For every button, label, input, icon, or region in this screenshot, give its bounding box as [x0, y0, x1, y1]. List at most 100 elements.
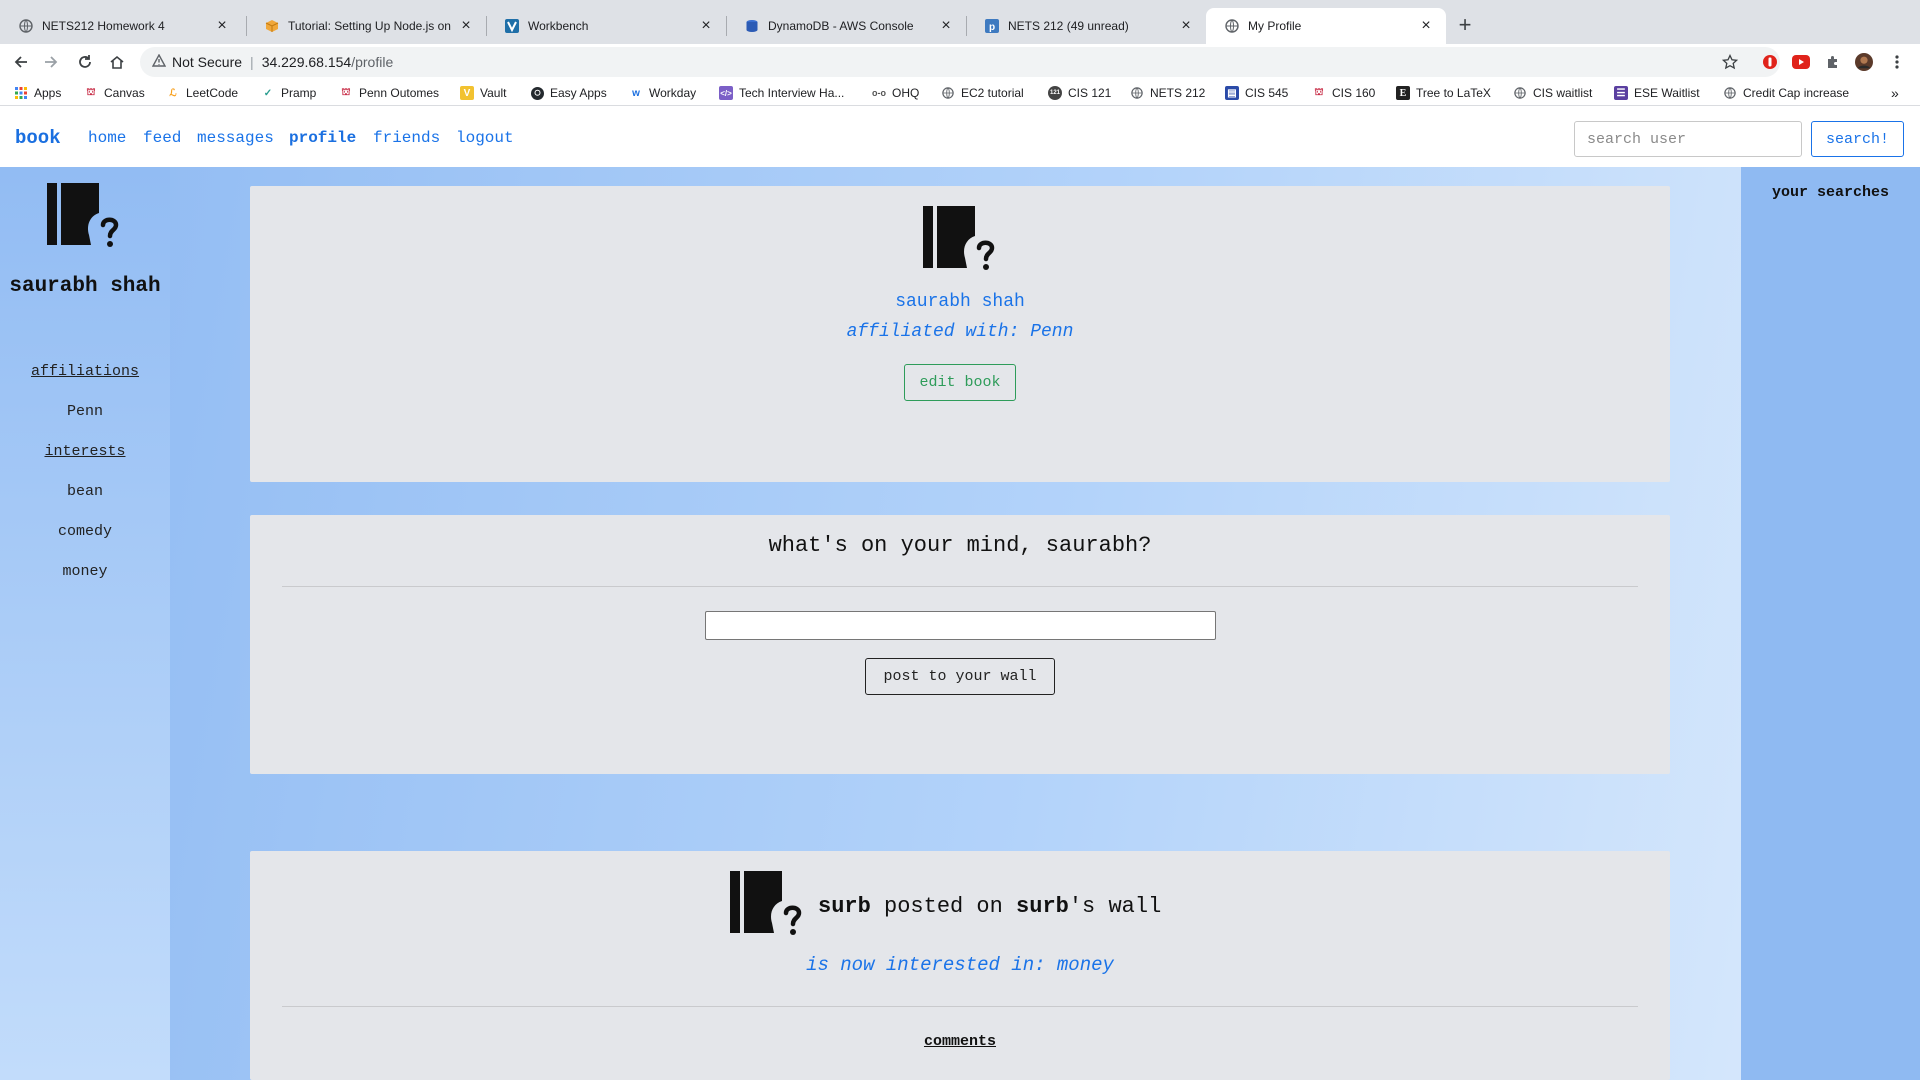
list-form-icon: ☰ [1614, 86, 1628, 100]
nav-logout[interactable]: logout [456, 129, 514, 147]
interests-link[interactable]: interests [0, 443, 170, 460]
address-bar[interactable]: Not Secure | 34.229.68.154/profile [140, 47, 1780, 77]
bookmark-credit-cap[interactable]: Credit Cap increase [1723, 84, 1849, 102]
more-bookmarks-icon[interactable]: » [1891, 84, 1899, 102]
bookmark-nets-212[interactable]: NETS 212 [1130, 84, 1205, 102]
extension-youtube-icon[interactable] [1792, 53, 1810, 71]
divider [282, 1006, 1638, 1007]
bookmark-workday[interactable]: w Workday [629, 84, 696, 102]
reload-icon[interactable] [75, 52, 95, 72]
browser-tab[interactable]: Tutorial: Setting Up Node.js on × [246, 8, 486, 44]
bookmark-tech-interview[interactable]: </> Tech Interview Ha... [719, 84, 844, 102]
bookmark-penn-outcomes[interactable]: ⛫ Penn Outomes [339, 84, 439, 102]
bookmark-cis-121[interactable]: 121 CIS 121 [1048, 84, 1111, 102]
kebab-menu-icon[interactable] [1888, 53, 1906, 71]
post-text-input[interactable] [705, 611, 1216, 640]
bookmark-vault[interactable]: V Vault [460, 84, 506, 102]
bookmark-easy-apps[interactable]: Easy Apps [530, 84, 607, 102]
bookmark-label: Canvas [104, 86, 145, 100]
back-arrow-icon[interactable] [11, 52, 31, 72]
book-question-icon [45, 181, 125, 266]
tab-title: DynamoDB - AWS Console [768, 19, 914, 33]
nav-feed[interactable]: feed [143, 129, 181, 147]
url-host: 34.229.68.154 [261, 54, 352, 70]
latex-icon: E [1396, 86, 1410, 100]
leetcode-icon: ℒ [169, 87, 177, 99]
search-button[interactable]: search! [1811, 121, 1904, 157]
ohq-icon: o-o [872, 88, 886, 98]
extension-red-shield-icon[interactable] [1761, 53, 1779, 71]
bookmark-tree-to-latex[interactable]: E Tree to LaTeX [1396, 84, 1491, 102]
nav-profile[interactable]: profile [289, 129, 356, 147]
left-sidebar: saurabh shah affiliations Penn interests… [0, 167, 170, 1080]
bookmark-label: CIS 545 [1245, 86, 1289, 100]
bookmark-cis-160[interactable]: ⛫ CIS 160 [1312, 84, 1375, 102]
bookmark-label: Easy Apps [550, 86, 607, 100]
close-icon[interactable]: × [698, 18, 714, 34]
bookmark-apps[interactable]: Apps [14, 84, 61, 102]
forward-arrow-icon[interactable] [41, 52, 61, 72]
bookmark-ohq[interactable]: o-o OHQ [872, 84, 919, 102]
bookmark-label: ESE Waitlist [1634, 86, 1700, 100]
bookmark-leetcode[interactable]: ℒ LeetCode [166, 84, 238, 102]
bookmark-label: NETS 212 [1150, 86, 1206, 100]
bookmark-label: CIS 121 [1068, 86, 1112, 100]
edit-book-button[interactable]: edit book [904, 364, 1016, 401]
browser-tab[interactable]: p NETS 212 (49 unread) × [966, 8, 1206, 44]
page-body: saurabh shah affiliations Penn interests… [0, 167, 1920, 1080]
address-separator: | [250, 54, 254, 70]
star-bookmark-icon[interactable] [1721, 53, 1739, 71]
comments-link[interactable]: comments [250, 1033, 1670, 1050]
extensions-puzzle-icon[interactable] [1824, 53, 1842, 71]
close-icon[interactable]: × [1418, 18, 1434, 34]
affiliation-item: Penn [66, 403, 103, 420]
nav-home[interactable]: home [88, 129, 126, 147]
globe-icon [1723, 86, 1737, 100]
piazza-icon: p [984, 18, 1000, 34]
interest-item: bean [66, 483, 103, 500]
globe-icon [1513, 86, 1527, 100]
tab-title: My Profile [1248, 19, 1302, 33]
post-suffix: 's wall [1068, 894, 1162, 919]
bookmark-label: Penn Outomes [359, 86, 440, 100]
profile-avatar-icon[interactable] [1855, 53, 1873, 71]
brand-logo[interactable]: book [15, 127, 61, 149]
bookmark-label: Vault [480, 86, 507, 100]
code-icon: </> [719, 86, 733, 100]
bookmark-ese-waitlist[interactable]: ☰ ESE Waitlist [1614, 84, 1700, 102]
browser-tab[interactable]: DynamoDB - AWS Console × [726, 8, 966, 44]
canvas-icon: ⛫ [86, 86, 96, 98]
affiliations-link[interactable]: affiliations [0, 363, 170, 380]
post-target[interactable]: surb [1016, 894, 1069, 919]
browser-tab[interactable]: NETS212 Homework 4 × [0, 8, 242, 44]
close-icon[interactable]: × [458, 18, 474, 34]
close-icon[interactable]: × [214, 18, 230, 34]
nav-friends[interactable]: friends [373, 129, 440, 147]
bookmark-pramp[interactable]: ✓ Pramp [261, 84, 317, 102]
new-tab-icon[interactable]: + [1453, 14, 1477, 38]
nav-messages[interactable]: messages [197, 129, 274, 147]
sidebar-user-name: saurabh shah [9, 275, 161, 298]
search-user-input[interactable] [1574, 121, 1802, 157]
tab-title: Workbench [528, 19, 589, 33]
divider [282, 586, 1638, 587]
bookmark-label: CIS waitlist [1533, 86, 1593, 100]
bookmark-cis-545[interactable]: ▤ CIS 545 [1225, 84, 1288, 102]
bookmark-cis-waitlist[interactable]: CIS waitlist [1513, 84, 1592, 102]
globe-icon [941, 86, 955, 100]
home-icon[interactable] [107, 52, 127, 72]
bookmark-canvas[interactable]: ⛫ Canvas [84, 84, 145, 102]
post-to-wall-button[interactable]: post to your wall [865, 658, 1055, 695]
bookmark-label: OHQ [892, 86, 920, 100]
url-path: /profile [351, 54, 394, 70]
security-label[interactable]: Not Secure [172, 54, 242, 70]
post-author[interactable]: surb [818, 894, 871, 919]
browser-tab-active[interactable]: My Profile × [1206, 8, 1446, 44]
close-icon[interactable]: × [938, 18, 954, 34]
close-icon[interactable]: × [1178, 18, 1194, 34]
bookmark-ec2-tutorial[interactable]: EC2 tutorial [941, 84, 1024, 102]
site-navbar: book home feed messages profile friends … [0, 107, 1920, 167]
browser-tab[interactable]: Workbench × [486, 8, 726, 44]
bookmarks-bar: Apps ⛫ Canvas ℒ LeetCode ✓ Pramp ⛫ Penn … [0, 80, 1920, 106]
workday-icon: w [632, 87, 640, 99]
